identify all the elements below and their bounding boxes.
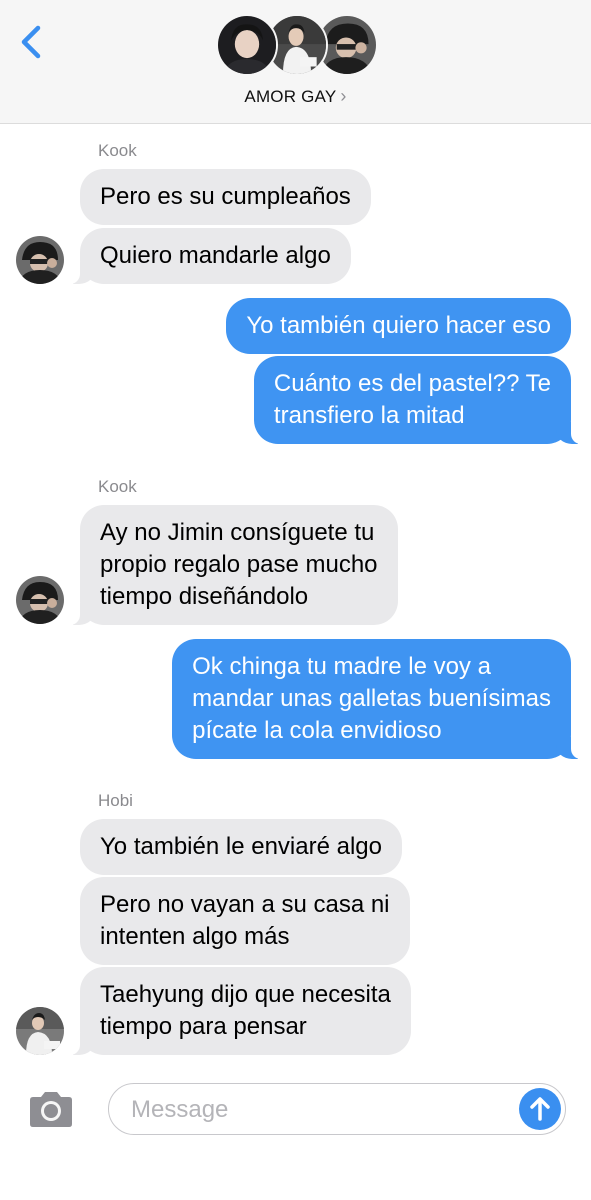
back-button[interactable] xyxy=(14,22,50,62)
outgoing-message-bubble[interactable]: Cuánto es del pastel?? Te transfiero la … xyxy=(253,356,586,444)
incoming-message-bubble[interactable]: Yo también le enviaré algo xyxy=(80,819,402,875)
arrow-up-icon xyxy=(530,1097,550,1121)
sender-name: Kook xyxy=(98,141,137,160)
sender-name: Kook xyxy=(98,477,137,496)
incoming-message-bubble[interactable]: Pero no vayan a su casa ni intenten algo… xyxy=(80,877,410,965)
incoming-message-bubble[interactable]: Quiero mandarle algo xyxy=(66,228,351,284)
incoming-message-bubble[interactable]: Pero es su cumpleaños xyxy=(80,169,371,225)
incoming-message-bubble[interactable]: Taehyung dijo que necesita tiempo para p… xyxy=(66,967,411,1055)
chevron-left-icon xyxy=(21,25,41,59)
incoming-message-bubble[interactable]: Ay no Jimin consíguete tu propio regalo … xyxy=(66,505,398,625)
sender-avatar[interactable] xyxy=(16,576,64,624)
group-name-label: AMOR GAY xyxy=(244,87,337,106)
outgoing-message-bubble[interactable]: Ok chinga tu madre le voy a mandar unas … xyxy=(172,639,585,759)
message-placeholder: Message xyxy=(131,1096,229,1123)
group-avatars[interactable] xyxy=(216,14,378,80)
send-button[interactable] xyxy=(519,1088,561,1130)
camera-button[interactable] xyxy=(26,1090,76,1130)
conversation-header: AMOR GAY › xyxy=(0,0,591,124)
group-name[interactable]: AMOR GAY › xyxy=(0,86,591,107)
sender-name: Hobi xyxy=(98,791,133,810)
outgoing-message-bubble[interactable]: Yo también quiero hacer eso xyxy=(226,298,571,354)
sender-avatar[interactable] xyxy=(16,1007,64,1055)
chevron-right-icon: › xyxy=(340,86,347,106)
message-input[interactable]: Message xyxy=(108,1083,566,1135)
sender-avatar[interactable] xyxy=(16,236,64,284)
camera-icon xyxy=(30,1092,72,1127)
group-member-avatar xyxy=(216,14,278,76)
